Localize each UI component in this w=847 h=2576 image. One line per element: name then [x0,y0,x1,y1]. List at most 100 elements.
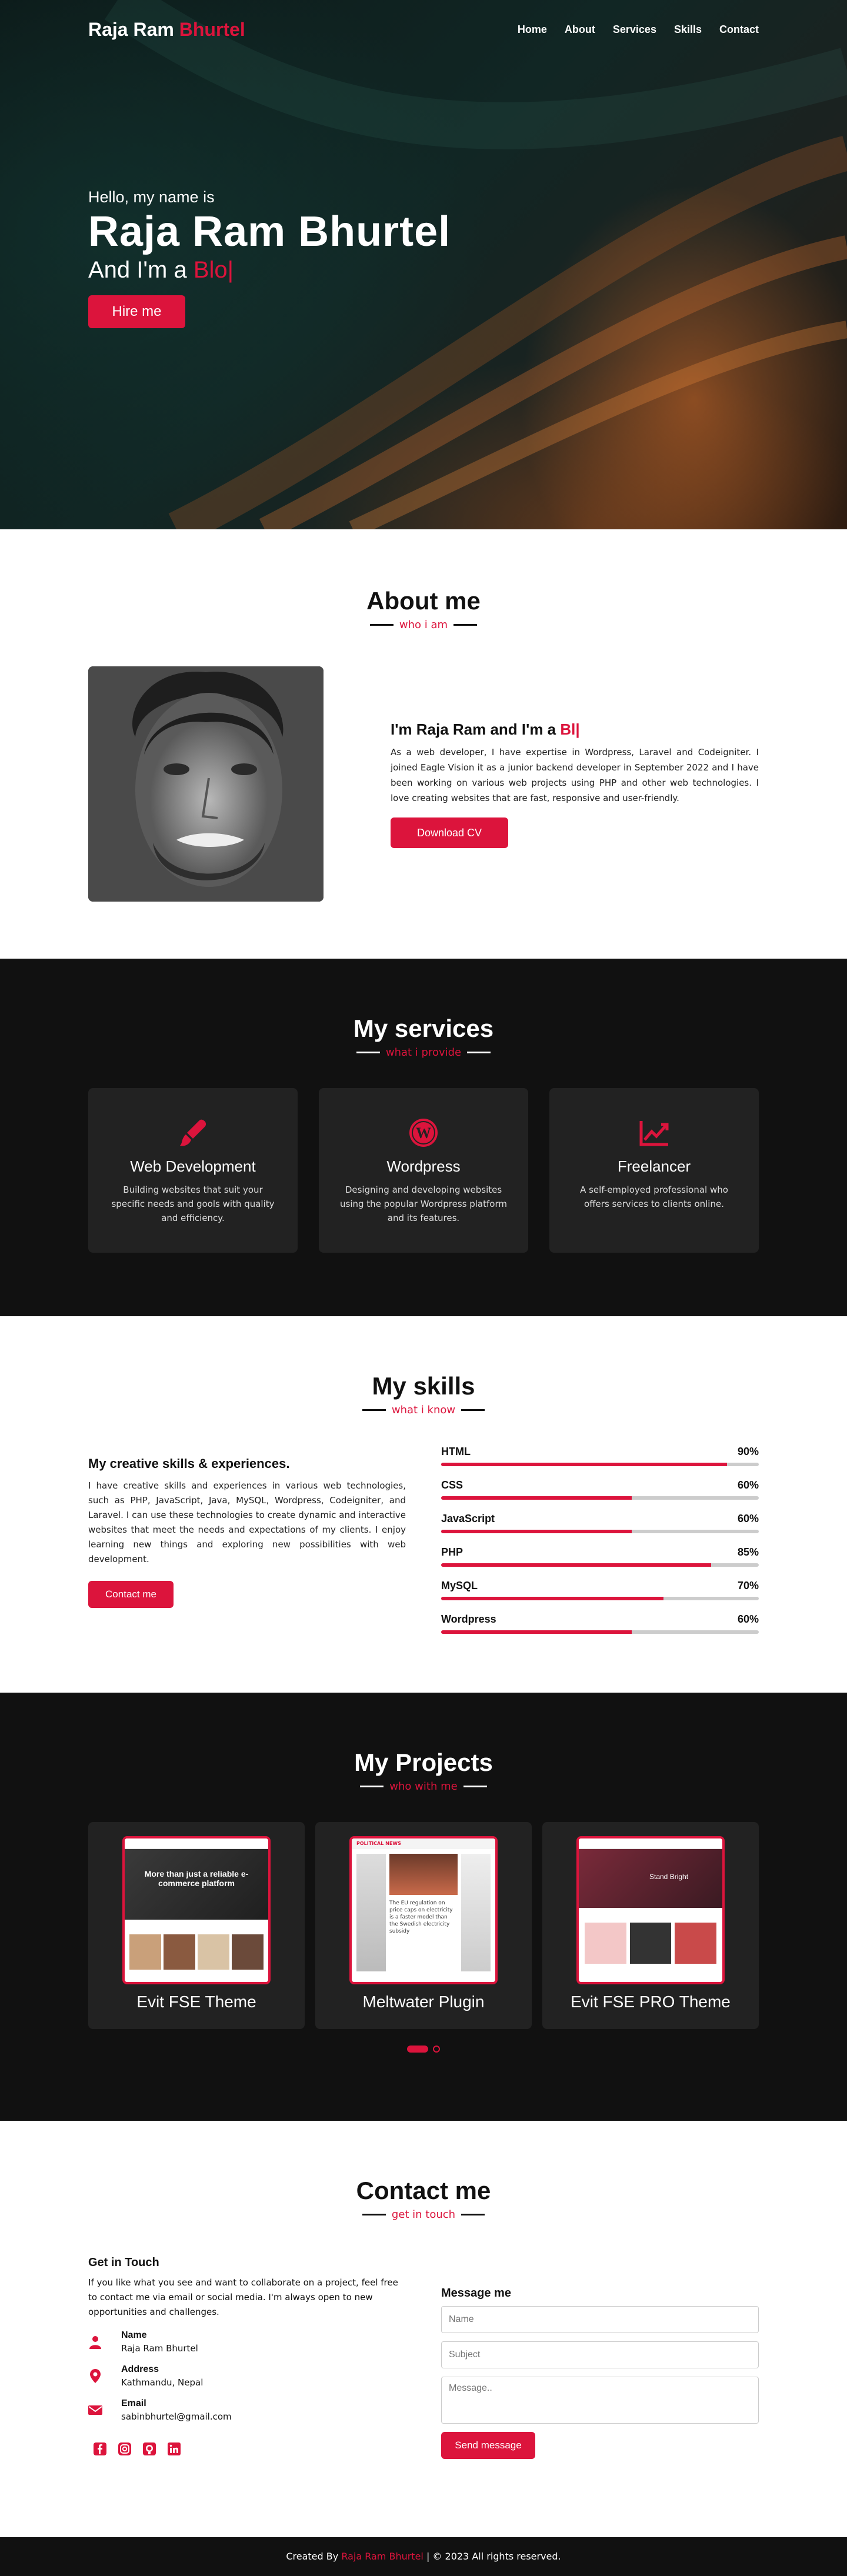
hero-role: And I'm a Blo| [88,257,451,283]
info-label: Name [121,2330,147,2340]
profile-photo [88,666,324,902]
hero-role-prefix: And I'm a [88,257,187,283]
hero-greeting: Hello, my name is [88,188,215,206]
project-thumbnail: POLITICAL NEWS The EU regulation on pric… [349,1836,498,1984]
name-input[interactable] [441,2306,759,2333]
service-card[interactable]: Freelancer A self-employed professional … [549,1088,759,1253]
nav-link-skills[interactable]: Skills [674,24,702,36]
nav-link-contact[interactable]: Contact [719,24,759,36]
hero-content: Hello, my name is Raja Ram Bhurtel And I… [88,188,451,328]
service-card[interactable]: W Wordpress Designing and developing web… [319,1088,528,1253]
site-logo[interactable]: Raja Ram Bhurtel [88,19,245,41]
about-heading-typed: Bl| [560,720,580,738]
skill-bar-item: Wordpress 60% [441,1613,759,1634]
thumb-headline: More than just a reliable e-commerce pla… [125,1849,268,1920]
section-subtitle: who i am [370,619,477,631]
contact-info-email: Email sabinbhurtel@gmail.com [88,2398,406,2422]
top-navbar: Raja Ram Bhurtel Home About Services Ski… [0,0,847,59]
contact-info-name: Name Raja Ram Bhurtel [88,2330,406,2354]
skill-name: HTML [441,1446,471,1457]
pagination-dot[interactable] [433,2046,440,2053]
instagram-icon[interactable] [118,2442,132,2456]
projects-section: My Projects who with me More than just a… [0,1693,847,2121]
github-icon[interactable] [142,2442,156,2456]
carousel-pagination [88,2046,759,2053]
project-title: Evit FSE Theme [136,1993,256,2011]
section-subtitle: get in touch [362,2208,485,2221]
contact-heading: Get in Touch [88,2256,159,2269]
service-card[interactable]: Web Development Building websites that s… [88,1088,298,1253]
info-label: Email [121,2398,146,2408]
about-heading-prefix: I'm Raja Ram and I'm a [391,720,556,738]
pagination-dot-active[interactable] [407,2046,428,2053]
service-text: Designing and developing websites using … [340,1184,507,1223]
section-subtitle: what i provide [356,1046,491,1059]
project-card[interactable]: POLITICAL NEWS The EU regulation on pric… [315,1822,532,2029]
skill-bar-item: CSS 60% [441,1479,759,1500]
project-card[interactable]: Stand Bright Latest Collection Evit FSE … [542,1822,759,2029]
contact-section: Contact me get in touch Get in Touch If … [0,2121,847,2537]
linkedin-icon[interactable] [167,2442,181,2456]
skill-track [441,1563,759,1567]
skills-heading: My creative skills & experiences. [88,1456,290,1471]
skill-bar-item: HTML 90% [441,1446,759,1466]
skill-track [441,1630,759,1634]
thumb-subtitle: Latest Collection [168,1924,225,1931]
skill-name: MySQL [441,1580,478,1591]
thumb-headline: Stand Bright [579,1849,722,1908]
skill-name: JavaScript [441,1513,495,1524]
contact-form: Message me Send message [441,2287,759,2459]
project-title: Meltwater Plugin [362,1993,485,2011]
skill-fill [441,1563,711,1567]
skill-fill [441,1630,632,1634]
skill-bars: HTML 90% CSS 60% JavaScript 60% PHP 85% MySQ… [441,1446,759,1647]
skill-percent: 90% [737,1446,759,1457]
nav-link-home[interactable]: Home [518,24,547,36]
wordpress-icon: W [409,1119,438,1147]
skill-fill [441,1496,632,1500]
services-section: My services what i provide Web Developme… [0,959,847,1316]
send-message-button[interactable]: Send message [441,2432,535,2459]
section-title: My skills [372,1372,475,1400]
about-description: As a web developer, I have expertise in … [391,746,759,803]
contact-me-button[interactable]: Contact me [88,1581,174,1608]
section-title: My Projects [354,1749,493,1776]
section-title: My services [353,1015,494,1042]
envelope-icon [88,2405,102,2415]
social-links [93,2442,406,2456]
contact-text: If you like what you see and want to col… [88,2277,398,2317]
hire-me-button[interactable]: Hire me [88,295,185,328]
nav-link-services[interactable]: Services [613,24,656,36]
section-subtitle: what i know [362,1404,485,1416]
project-thumbnail: More than just a reliable e-commerce pla… [122,1836,271,1984]
skills-section: My skills what i know My creative skills… [0,1316,847,1693]
info-value: sabinbhurtel@gmail.com [121,2411,232,2422]
info-value: Kathmandu, Nepal [121,2377,204,2388]
section-subtitle: who with me [360,1780,486,1793]
hero-section: Hello, my name is Raja Ram Bhurtel And I… [0,0,847,529]
facebook-icon[interactable] [93,2442,107,2456]
skill-bar-item: PHP 85% [441,1546,759,1567]
skill-name: PHP [441,1546,463,1558]
message-textarea[interactable] [441,2377,759,2424]
skill-fill [441,1530,632,1533]
logo-first: Raja Ram [88,18,174,40]
skill-name: Wordpress [441,1613,496,1625]
footer-suffix: | © 2023 All rights reserved. [426,2551,561,2562]
about-section: About me who i am I'm Raja Ram and I'm a… [0,529,847,959]
service-title: Wordpress [386,1157,461,1175]
skills-description: I have creative skills and experiences i… [88,1480,406,1564]
footer-prefix: Created By [286,2551,339,2562]
footer-author-link[interactable]: Raja Ram Bhurtel [341,2551,424,2562]
subject-input[interactable] [441,2341,759,2368]
section-title: About me [366,587,481,615]
map-pin-icon [90,2369,101,2383]
nav-link-about[interactable]: About [565,24,595,36]
service-title: Freelancer [617,1157,691,1175]
project-card[interactable]: More than just a reliable e-commerce pla… [88,1822,305,2029]
about-title-block: About me who i am [88,587,759,631]
thumb-subtitle: Latest Collection [622,1913,679,1919]
paintbrush-icon [180,1119,206,1146]
thumb-headline: POLITICAL NEWS [352,1838,495,1849]
download-cv-button[interactable]: Download CV [391,817,508,848]
